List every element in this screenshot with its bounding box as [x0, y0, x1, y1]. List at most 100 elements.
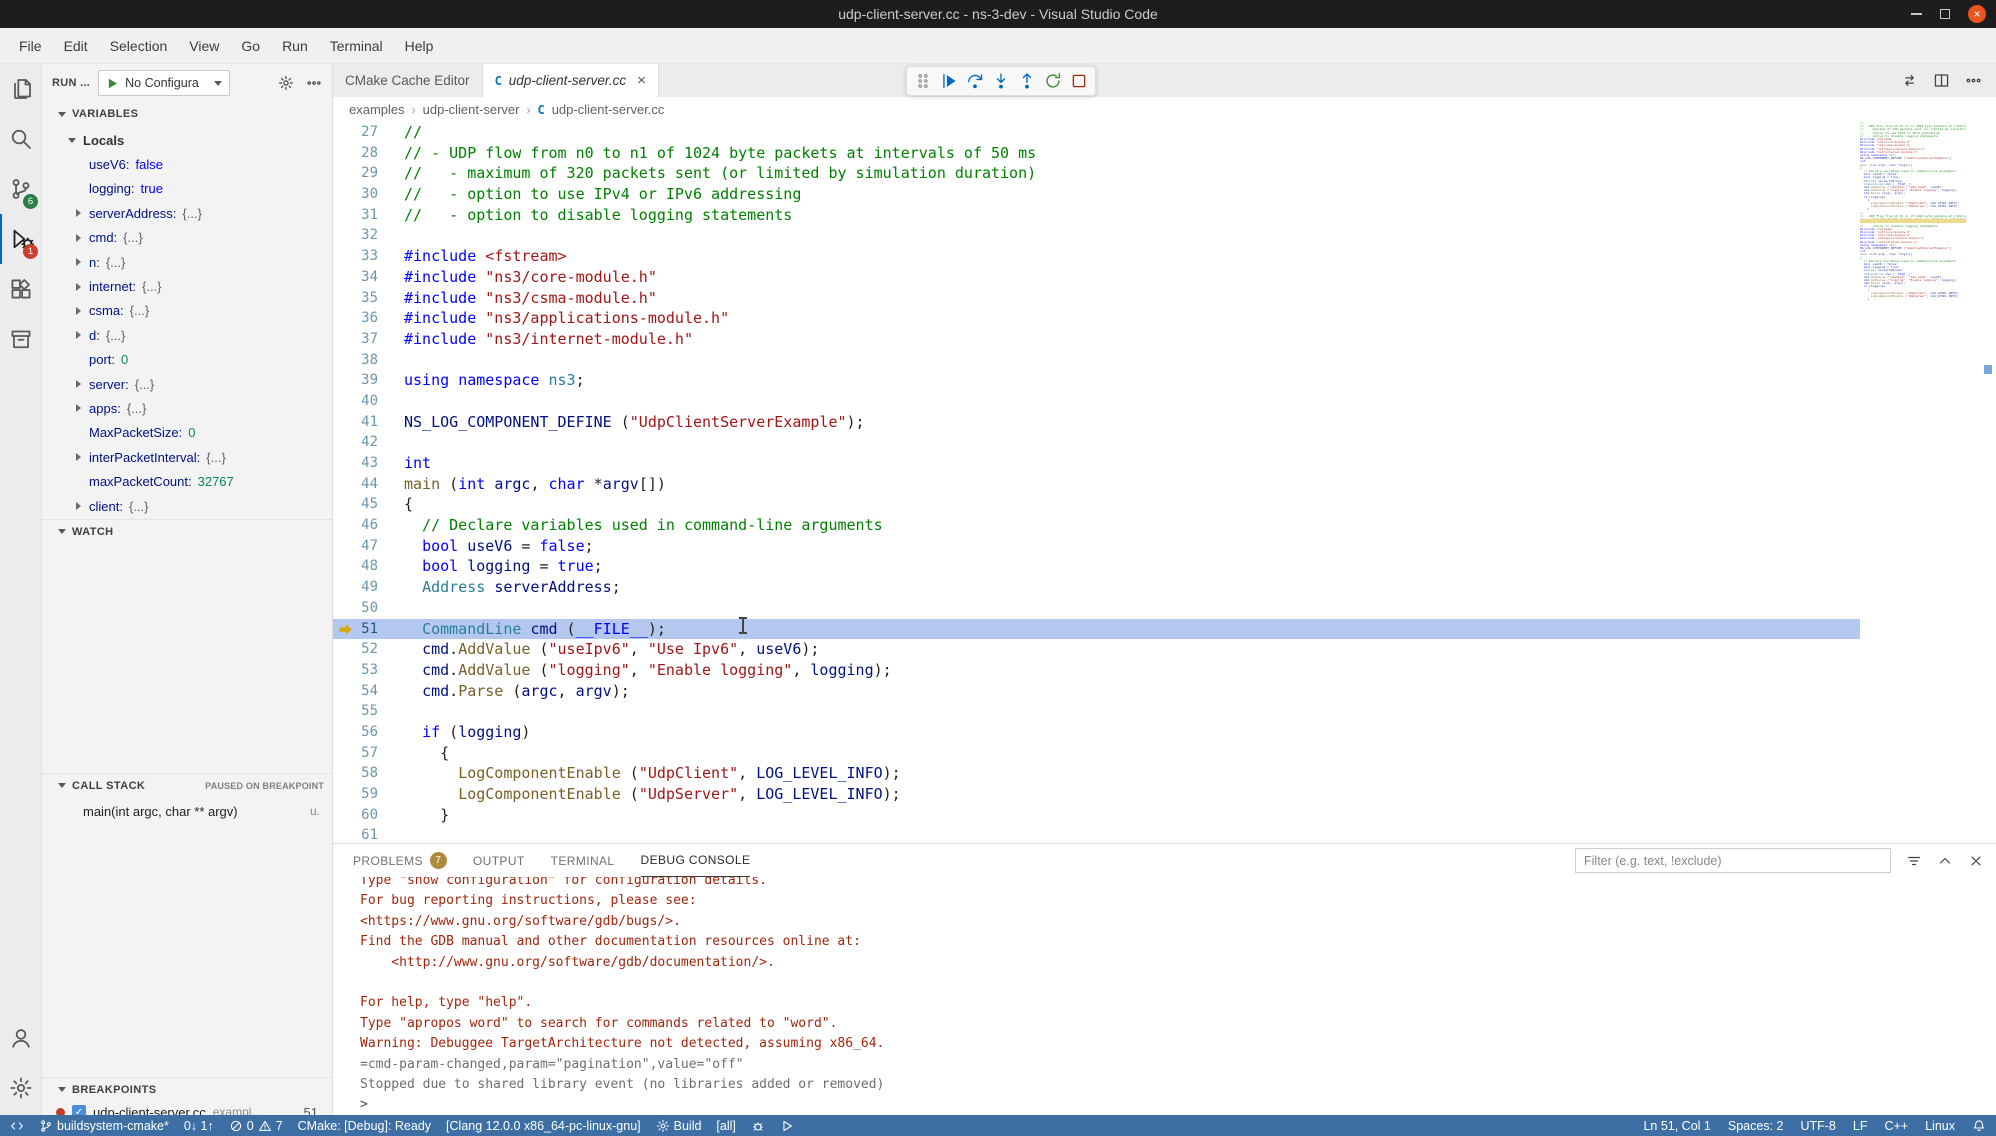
status-item[interactable]: LF: [1853, 1119, 1868, 1133]
variable-row[interactable]: serverAddress:{...}: [42, 201, 332, 225]
extensions-activity-item[interactable]: [0, 264, 41, 314]
code-line[interactable]: 47 bool useV6 = false;: [333, 536, 1860, 557]
variable-row[interactable]: interPacketInterval:{...}: [42, 445, 332, 469]
code-line[interactable]: 43int: [333, 453, 1860, 474]
variable-row[interactable]: server:{...}: [42, 372, 332, 396]
code-line[interactable]: 31// - option to disable logging stateme…: [333, 205, 1860, 226]
menu-edit[interactable]: Edit: [53, 28, 99, 63]
code-line[interactable]: 33#include <fstream>: [333, 246, 1860, 267]
status-item[interactable]: buildsystem-cmake*: [39, 1119, 169, 1133]
code-line[interactable]: 34#include "ns3/core-module.h": [333, 267, 1860, 288]
status-item[interactable]: [1972, 1119, 1986, 1133]
panel-tab-output[interactable]: OUTPUT: [473, 844, 525, 877]
settings-gear-activity-item[interactable]: [0, 1063, 41, 1113]
menu-run[interactable]: Run: [271, 28, 319, 63]
breadcrumb-item[interactable]: examples: [349, 102, 405, 117]
code-line[interactable]: 32: [333, 225, 1860, 246]
step-over-button[interactable]: [962, 69, 988, 93]
watch-section-header[interactable]: WATCH: [42, 519, 332, 543]
archive-activity-item[interactable]: [0, 314, 41, 364]
menu-file[interactable]: File: [8, 28, 53, 63]
restart-button[interactable]: [1040, 69, 1066, 93]
code-line[interactable]: 55: [333, 701, 1860, 722]
menu-view[interactable]: View: [178, 28, 230, 63]
code-line[interactable]: 39using namespace ns3;: [333, 370, 1860, 391]
menu-go[interactable]: Go: [230, 28, 271, 63]
grip-button[interactable]: [910, 69, 936, 93]
maximize-panel-icon[interactable]: [1937, 853, 1953, 869]
stop-button[interactable]: [1066, 69, 1092, 93]
variable-row[interactable]: port:0: [42, 348, 332, 372]
split-editor-icon[interactable]: [1933, 72, 1950, 89]
step-out-button[interactable]: [1014, 69, 1040, 93]
more-actions-icon[interactable]: [1965, 72, 1982, 89]
continue-button[interactable]: [936, 69, 962, 93]
search-activity-item[interactable]: [0, 114, 41, 164]
code-line[interactable]: 46 // Declare variables used in command-…: [333, 515, 1860, 536]
status-item[interactable]: Build: [656, 1119, 702, 1133]
code-line[interactable]: 38: [333, 350, 1860, 371]
variable-row[interactable]: useV6:false: [42, 152, 332, 176]
start-debug-icon[interactable]: [106, 77, 119, 90]
status-item[interactable]: CMake: [Debug]: Ready: [298, 1119, 431, 1133]
variable-row[interactable]: maxPacketCount:32767: [42, 469, 332, 493]
code-line[interactable]: 27//: [333, 122, 1860, 143]
editor-tab[interactable]: CMake Cache Editor: [333, 64, 483, 97]
open-changes-icon[interactable]: [1901, 72, 1918, 89]
variable-row[interactable]: csma:{...}: [42, 299, 332, 323]
breadcrumb-item[interactable]: udp-client-server.cc: [552, 102, 665, 117]
variable-row[interactable]: MaxPacketSize:0: [42, 421, 332, 445]
panel-tab-debug-console[interactable]: DEBUG CONSOLE: [641, 844, 751, 877]
code-line[interactable]: 59 LogComponentEnable ("UdpServer", LOG_…: [333, 784, 1860, 805]
status-item[interactable]: [751, 1119, 765, 1133]
variables-section-header[interactable]: VARIABLES: [42, 102, 332, 126]
variable-row[interactable]: cmd:{...}: [42, 226, 332, 250]
code-line[interactable]: 54 cmd.Parse (argc, argv);: [333, 681, 1860, 702]
tree-item-locals[interactable]: Locals: [42, 128, 332, 152]
status-item[interactable]: [Clang 12.0.0 x86_64-pc-linux-gnu]: [446, 1119, 641, 1133]
code-line[interactable]: 41NS_LOG_COMPONENT_DEFINE ("UdpClientSer…: [333, 412, 1860, 433]
code-line[interactable]: 58 LogComponentEnable ("UdpClient", LOG_…: [333, 763, 1860, 784]
variable-row[interactable]: apps:{...}: [42, 396, 332, 420]
code-line[interactable]: 56 if (logging): [333, 722, 1860, 743]
code-line[interactable]: 45{: [333, 494, 1860, 515]
code-line[interactable]: 52 cmd.AddValue ("useIpv6", "Use Ipv6", …: [333, 639, 1860, 660]
call-stack-frame[interactable]: main(int argc, char ** argv) u.: [42, 799, 332, 823]
code-line[interactable]: 51 CommandLine cmd (__FILE__);: [333, 619, 1860, 640]
console-filter-input[interactable]: [1575, 848, 1891, 873]
status-item[interactable]: UTF-8: [1800, 1119, 1835, 1133]
code-editor[interactable]: 27//28// - UDP flow from n0 to n1 of 102…: [333, 122, 1860, 843]
debug-config-select[interactable]: No Configura: [98, 70, 230, 96]
code-line[interactable]: 60 }: [333, 805, 1860, 826]
gear-icon[interactable]: [278, 75, 294, 91]
step-into-button[interactable]: [988, 69, 1014, 93]
more-actions-icon[interactable]: [306, 75, 322, 91]
breadcrumb-item[interactable]: udp-client-server: [423, 102, 520, 117]
editor-tab[interactable]: Cudp-client-server.cc×: [483, 64, 659, 97]
status-item[interactable]: Linux: [1925, 1119, 1955, 1133]
breakpoints-section-header[interactable]: BREAKPOINTS: [42, 1077, 332, 1101]
status-item[interactable]: [780, 1119, 794, 1133]
maximize-button[interactable]: [1940, 9, 1950, 19]
code-line[interactable]: 29// - maximum of 320 packets sent (or l…: [333, 163, 1860, 184]
call-stack-section-header[interactable]: CALL STACK PAUSED ON BREAKPOINT: [42, 773, 332, 797]
status-item[interactable]: [all]: [716, 1119, 735, 1133]
variable-row[interactable]: d:{...}: [42, 323, 332, 347]
status-item[interactable]: Ln 51, Col 1: [1643, 1119, 1710, 1133]
panel-tab-problems[interactable]: PROBLEMS7: [353, 844, 447, 877]
source-control-activity-item[interactable]: 6: [0, 164, 41, 214]
minimap[interactable]: //// - UDP flow from n0 to n1 of 1024 by…: [1860, 122, 1966, 843]
code-line[interactable]: 61: [333, 825, 1860, 843]
run-debug-activity-item[interactable]: 1: [0, 214, 41, 264]
close-tab-icon[interactable]: ×: [637, 72, 646, 89]
variable-row[interactable]: internet:{...}: [42, 274, 332, 298]
code-line[interactable]: 44main (int argc, char *argv[]): [333, 474, 1860, 495]
code-line[interactable]: 53 cmd.AddValue ("logging", "Enable logg…: [333, 660, 1860, 681]
variable-row[interactable]: logging:true: [42, 177, 332, 201]
code-line[interactable]: 57 {: [333, 743, 1860, 764]
filter-list-icon[interactable]: [1906, 853, 1922, 869]
account-activity-item[interactable]: [0, 1013, 41, 1063]
code-line[interactable]: 40: [333, 391, 1860, 412]
code-line[interactable]: 35#include "ns3/csma-module.h": [333, 288, 1860, 309]
code-line[interactable]: 36#include "ns3/applications-module.h": [333, 308, 1860, 329]
